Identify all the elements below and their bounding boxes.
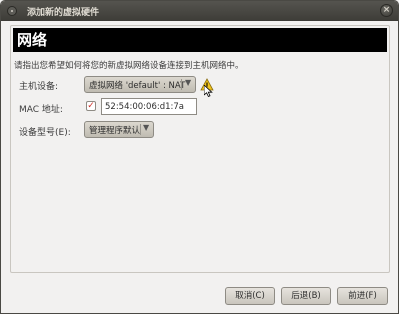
mac-address-checkbox[interactable]: ✓: [86, 101, 96, 111]
back-button[interactable]: 后退(B): [281, 287, 331, 305]
title-bar[interactable]: 添加新的虚拟硬件 ×: [1, 1, 398, 21]
chevron-down-icon: ▼: [185, 78, 192, 87]
mac-address-field[interactable]: [101, 98, 197, 115]
page-header: 网络: [13, 28, 387, 52]
device-model-value: 管理程序默认: [89, 126, 141, 136]
host-device-value: 虚拟网络 'default' : NAT: [89, 81, 186, 91]
device-model-label: 设备型号(E):: [19, 128, 71, 138]
window-title: 添加新的虚拟硬件: [27, 8, 100, 18]
page-description: 请指出您希望如何将您的新虚拟网络设备连接到主机网络中。: [14, 61, 244, 71]
cancel-button[interactable]: 取消(C): [225, 287, 275, 305]
combo-separator: [181, 79, 182, 90]
forward-button[interactable]: 前进(F): [337, 287, 388, 305]
add-hardware-window: 添加新的虚拟硬件 × 网络 请指出您希望如何将您的新虚拟网络设备连接到主机网络中…: [0, 0, 399, 314]
chevron-down-icon: ▼: [143, 123, 150, 132]
page-title: 网络: [17, 31, 48, 49]
content-panel: 网络 请指出您希望如何将您的新虚拟网络设备连接到主机网络中。: [10, 25, 390, 273]
device-model-select[interactable]: 管理程序默认 ▼: [84, 121, 154, 138]
window-menu-icon[interactable]: [7, 6, 17, 16]
mouse-cursor-icon: [203, 84, 213, 100]
host-device-label: 主机设备:: [19, 82, 59, 92]
close-icon[interactable]: ×: [380, 4, 393, 17]
host-device-select[interactable]: 虚拟网络 'default' : NAT ▼: [84, 76, 196, 93]
mac-address-label: MAC 地址:: [19, 105, 63, 115]
combo-separator: [140, 124, 141, 135]
